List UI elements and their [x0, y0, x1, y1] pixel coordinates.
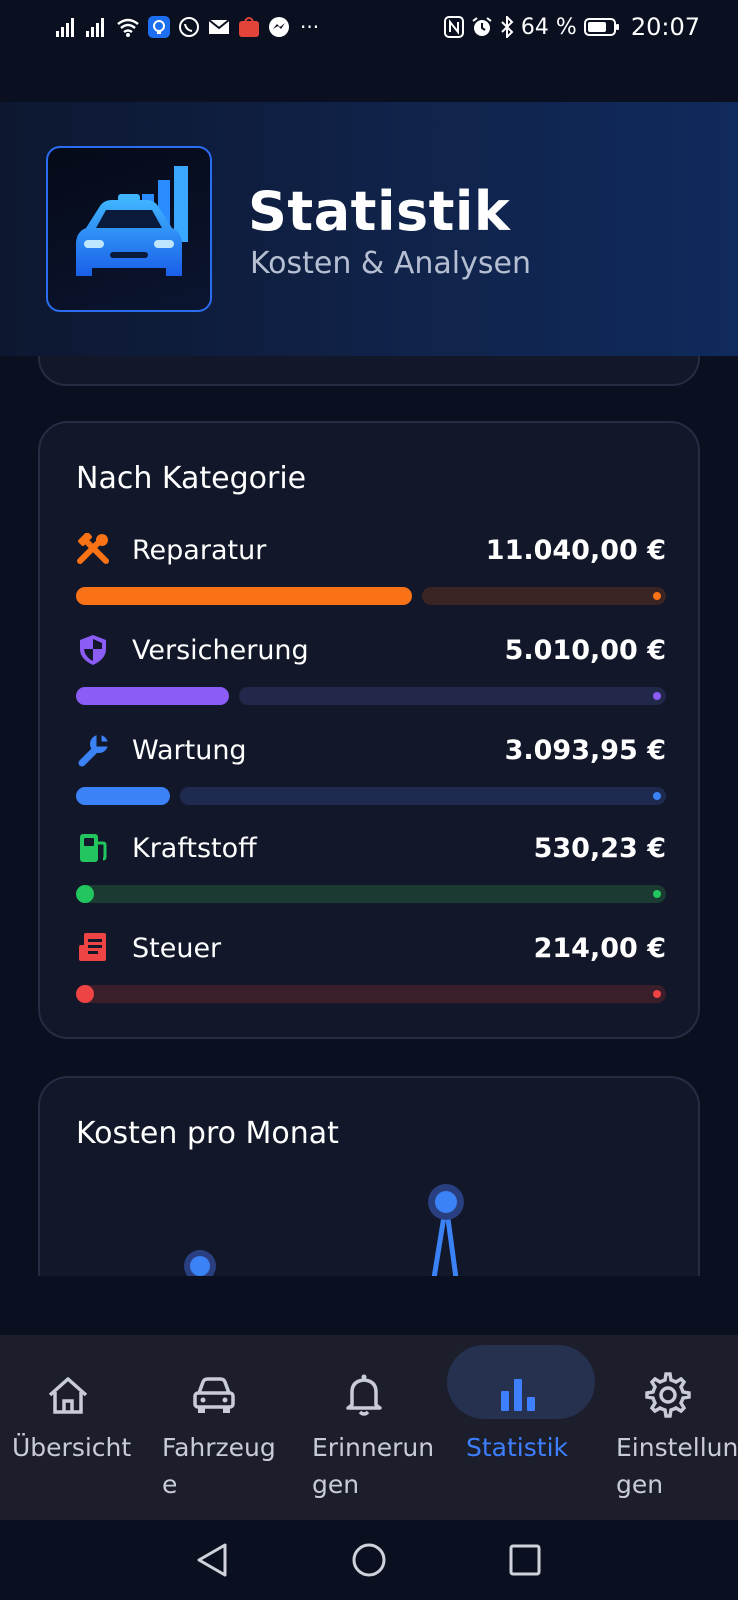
category-amount: 3.093,95 €: [504, 735, 666, 766]
clock: 20:07: [630, 13, 700, 41]
page-subtitle: Kosten & Analysen: [250, 246, 531, 281]
category-row-reparatur: Reparatur 11.040,00 €: [76, 532, 666, 623]
signal-2-icon: [86, 17, 108, 37]
chart-point: [435, 1191, 457, 1213]
tab-label: Einstellungen: [616, 1433, 738, 1499]
back-button[interactable]: [190, 1538, 234, 1582]
progress-fill: [76, 687, 229, 705]
chart-point: [190, 1256, 210, 1276]
bottom-tab-bar: Übersicht Fahrzeuge Erinnerungen Statist…: [0, 1335, 738, 1520]
receipt-icon: [76, 931, 110, 965]
tab-fahrzeuge[interactable]: Fahrzeuge: [150, 1335, 298, 1520]
alarm-icon: [471, 16, 493, 38]
category-amount: 530,23 €: [533, 833, 666, 864]
page-header: Statistik Kosten & Analysen: [0, 102, 738, 356]
category-amount: 5.010,00 €: [504, 635, 666, 666]
messenger-icon: [268, 16, 290, 38]
progress-track: [180, 787, 666, 805]
shield-icon: [76, 633, 110, 667]
home-icon: [4, 1368, 132, 1422]
category-label: Steuer: [132, 933, 222, 964]
wrench-icon: [76, 733, 110, 767]
wifi-icon: [116, 17, 140, 37]
car-icon: [150, 1368, 278, 1422]
bluetooth-icon: [500, 16, 514, 38]
category-progress-bar: [76, 687, 666, 705]
monthly-chart-partial: [184, 1184, 464, 1276]
category-progress-bar: [76, 985, 666, 1003]
status-left-icons: ···: [56, 12, 319, 42]
progress-end-dot: [653, 990, 661, 998]
progress-fill: [76, 985, 94, 1003]
nfc-icon: [443, 16, 464, 38]
progress-track: [239, 687, 666, 705]
progress-end-dot: [653, 890, 661, 898]
category-row-wartung: Wartung 3.093,95 €: [76, 733, 666, 823]
category-amount: 214,00 €: [533, 933, 666, 964]
category-progress-bar: [76, 587, 666, 605]
category-label: Versicherung: [132, 635, 309, 666]
category-row-versicherung: Versicherung 5.010,00 €: [76, 633, 666, 723]
status-right-icons: 64 % 20:07: [443, 12, 700, 42]
home-button[interactable]: [347, 1538, 391, 1582]
category-label: Kraftstoff: [132, 833, 257, 864]
shopping-bag-icon: [238, 16, 260, 38]
monthly-cost-card: Kosten pro Monat: [38, 1076, 700, 1276]
recents-button[interactable]: [503, 1538, 547, 1582]
category-progress-bar: [76, 885, 666, 903]
status-bar: ··· 64 % 20:07: [0, 0, 738, 56]
progress-end-dot: [653, 592, 661, 600]
whatsapp-icon: [178, 16, 200, 38]
fuel-pump-icon: [76, 831, 110, 865]
battery-icon: [583, 17, 620, 37]
category-card: Nach Kategorie Reparatur 11.040,00 € Ver…: [38, 421, 700, 1039]
category-row-steuer: Steuer 214,00 €: [76, 931, 666, 1021]
tab-uebersicht[interactable]: Übersicht: [0, 1335, 148, 1520]
system-navigation-bar: [0, 1520, 738, 1600]
tab-einstellungen[interactable]: Einstellungen: [604, 1335, 738, 1520]
category-row-kraftstoff: Kraftstoff 530,23 €: [76, 831, 666, 921]
progress-end-dot: [653, 692, 661, 700]
tab-label: Erinnerungen: [312, 1433, 435, 1499]
category-label: Reparatur: [132, 535, 267, 566]
tab-erinnerungen[interactable]: Erinnerungen: [300, 1335, 448, 1520]
signal-icon: [56, 17, 78, 37]
progress-fill: [76, 787, 170, 805]
page-title: Statistik: [248, 180, 511, 243]
tab-label: Statistik: [466, 1433, 568, 1462]
gear-icon: [604, 1368, 732, 1422]
progress-end-dot: [653, 792, 661, 800]
battery-percentage: 64 %: [520, 14, 577, 40]
app-logo: [46, 146, 212, 312]
progress-track: [422, 587, 666, 605]
more-notifications-indicator: ···: [300, 15, 320, 39]
bar-chart-icon: [454, 1368, 582, 1422]
tab-statistik[interactable]: Statistik: [447, 1335, 602, 1520]
mail-icon: [208, 18, 230, 36]
bell-icon: [300, 1368, 428, 1422]
category-card-title: Nach Kategorie: [76, 461, 307, 496]
category-progress-bar: [76, 787, 666, 805]
progress-fill: [76, 885, 94, 903]
progress-track: [76, 885, 666, 903]
category-label: Wartung: [132, 735, 247, 766]
tools-icon: [76, 532, 110, 567]
progress-track: [76, 985, 666, 1003]
tab-label: Fahrzeuge: [162, 1433, 276, 1499]
category-amount: 11.040,00 €: [485, 535, 666, 566]
progress-fill: [76, 587, 412, 605]
tab-label: Übersicht: [12, 1433, 132, 1462]
app-notification-icon: [148, 16, 170, 38]
